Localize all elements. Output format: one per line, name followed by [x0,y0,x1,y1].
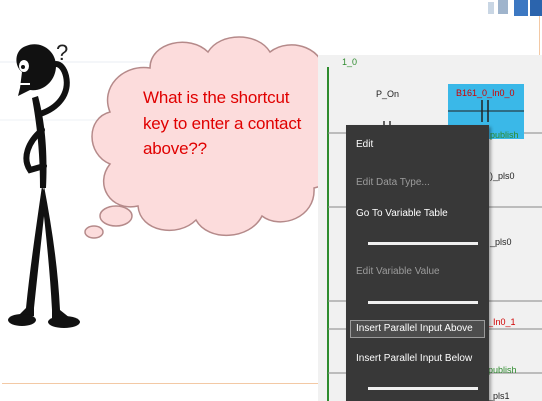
menu-item-insert-parallel-input-below[interactable]: Insert Parallel Input Below [356,353,472,364]
menu-item-insert-parallel-input-above[interactable]: Insert Parallel Input Above [356,323,473,334]
bubble-question: What is the shortcut key to enter a cont… [143,85,313,162]
rung-label: 1_0 [342,57,358,67]
label-publish-bottom: publish [488,365,517,375]
label-pls0-a: )_pls0 [490,171,515,181]
menu-item-go-to-variable-table[interactable]: Go To Variable Table [356,208,448,219]
menu-item-edit[interactable]: Edit [356,139,373,150]
bubble-line-3: above?? [143,139,207,158]
menu-separator [368,387,478,390]
menu-separator [368,301,478,304]
context-menu: Edit Edit Data Type... Go To Variable Ta… [346,125,489,401]
label-publish-top: publish [490,130,519,140]
thinking-figure [8,44,80,328]
menu-item-edit-data-type[interactable]: Edit Data Type... [356,177,430,188]
corner-logo [488,0,542,16]
label-in0-1: _In0_1 [488,317,516,327]
question-mark: ? [56,40,69,65]
label-pls0-b: _pls0 [490,237,512,247]
label-pls1: _pls1 [488,391,510,401]
menu-item-edit-variable-value[interactable]: Edit Variable Value [356,266,440,277]
var-p-on: P_On [376,89,400,99]
bubble-line-1: What is the shortcut [143,88,290,107]
bubble-line-2: key to enter a contact [143,113,302,133]
menu-separator [368,242,478,245]
